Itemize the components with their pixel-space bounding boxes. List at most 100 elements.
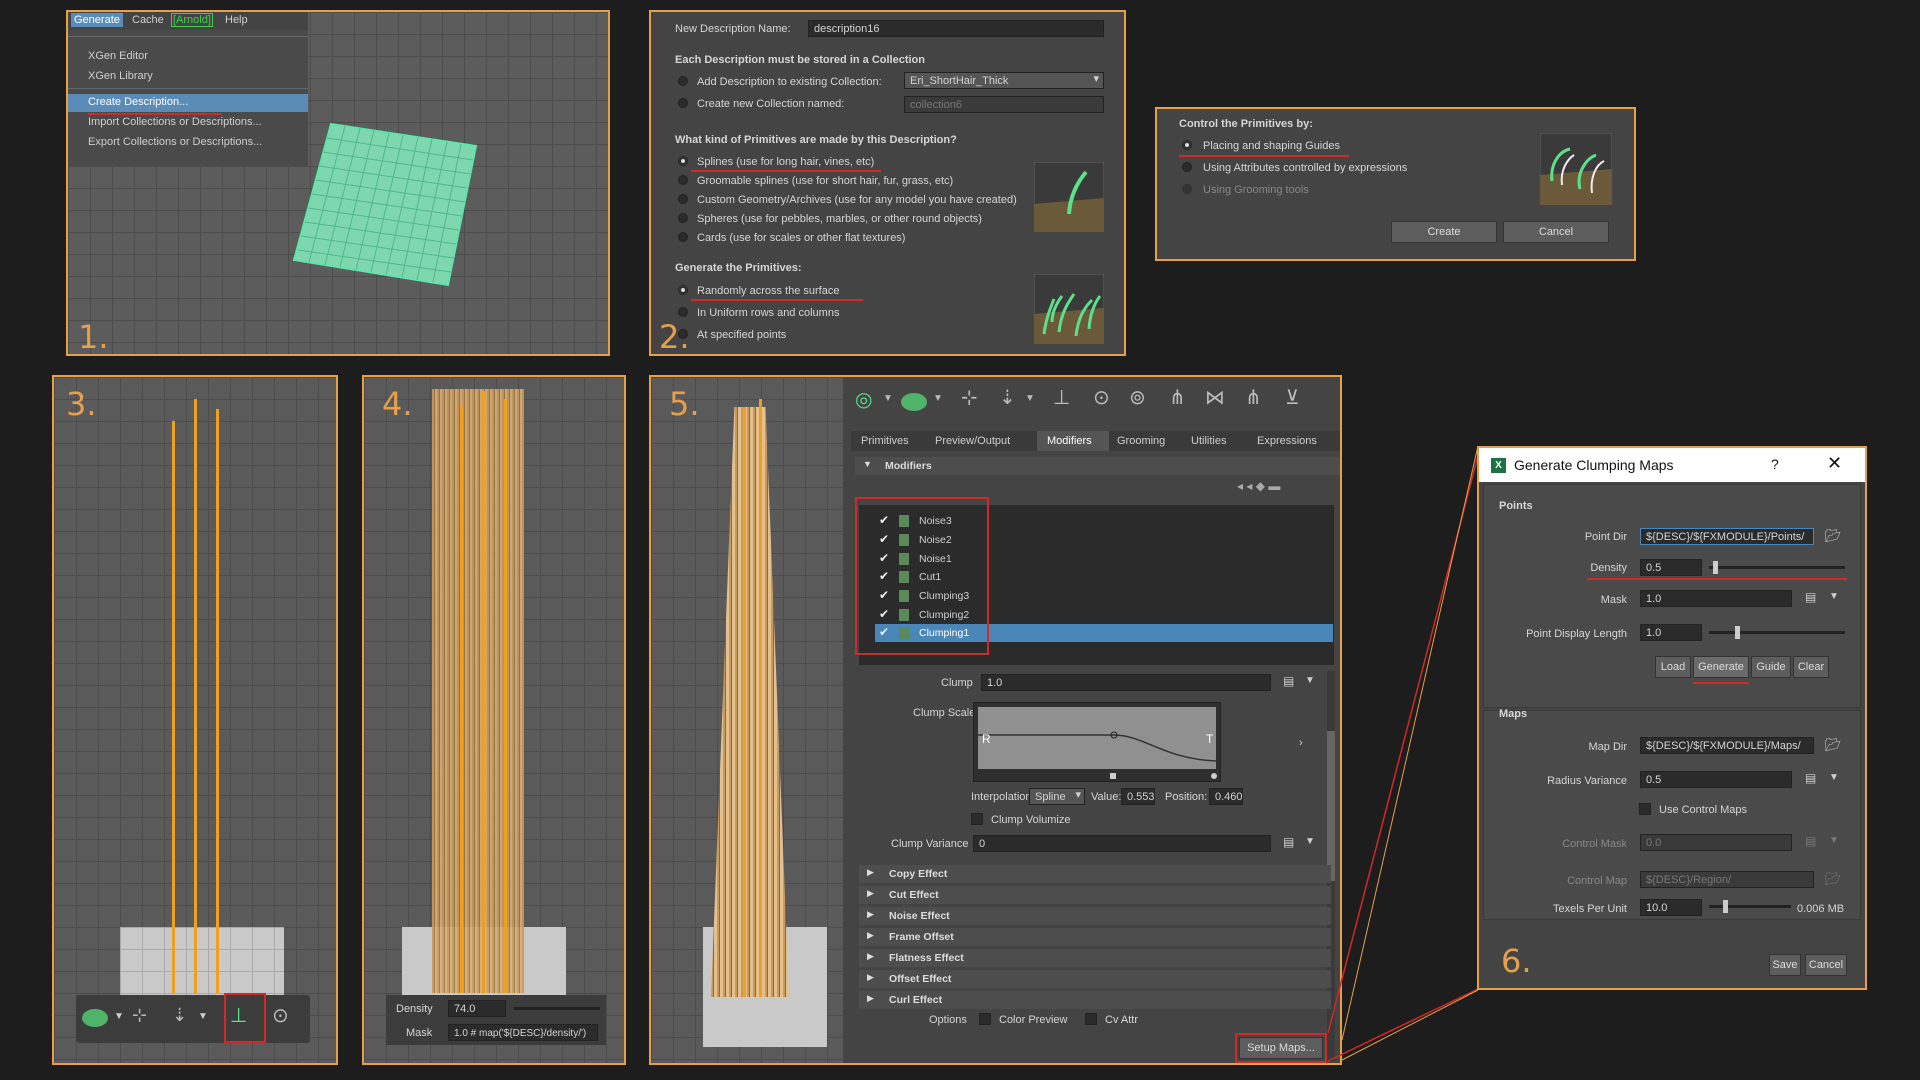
frame-offset-section[interactable]: ▶ Frame Offset <box>859 928 1331 946</box>
mask-input[interactable]: 1.0 <box>1640 590 1792 607</box>
sculpt-guides-icon[interactable]: ⊙ <box>1093 385 1110 410</box>
map-icon[interactable]: ▤ <box>1805 834 1816 848</box>
chevron-down-icon[interactable]: ▼ <box>114 1011 124 1022</box>
chevron-down-icon[interactable]: ▼ <box>1305 675 1315 686</box>
folder-icon[interactable]: ▬ <box>1268 479 1280 493</box>
cancel-button[interactable]: Cancel <box>1503 221 1609 243</box>
guide-length-icon[interactable]: ⋔ <box>1169 385 1186 410</box>
load-button[interactable]: Load <box>1655 656 1691 678</box>
close-icon[interactable]: ✕ <box>1827 453 1842 474</box>
position-input[interactable]: 0.460 <box>1209 788 1243 805</box>
radio-add-existing[interactable] <box>678 76 688 86</box>
radio-groomable[interactable] <box>678 175 688 185</box>
existing-collection-select[interactable]: Eri_ShortHair_Thick ▾ <box>904 72 1104 89</box>
menu-item-import[interactable]: Import Collections or Descriptions... <box>88 116 262 128</box>
move-guides-icon[interactable]: ⇣ <box>172 1005 187 1026</box>
value-input[interactable]: 0.553 <box>1121 788 1155 805</box>
density-input[interactable]: 74.0 <box>448 1000 506 1017</box>
move-guides-icon[interactable]: ⇣ <box>999 385 1016 410</box>
lock-guides-icon[interactable]: ⊚ <box>1129 385 1146 410</box>
tab-grooming[interactable]: Grooming <box>1117 435 1165 447</box>
create-button[interactable]: Create <box>1391 221 1497 243</box>
control-map-input[interactable]: ${DESC}/Region/ <box>1640 871 1814 888</box>
map-icon[interactable]: ▤ <box>1283 835 1294 849</box>
mask-input[interactable]: 1.0 # map('${DESC}/density/') <box>448 1024 598 1041</box>
radio-guides[interactable] <box>1182 140 1192 150</box>
radio-spheres[interactable] <box>678 213 688 223</box>
map-dir-input[interactable]: ${DESC}/${FXMODULE}/Maps/ <box>1640 737 1814 754</box>
menu-item-create-description[interactable]: Create Description... <box>88 96 188 108</box>
chevron-down-icon[interactable]: ▼ <box>1829 835 1839 846</box>
description-icon[interactable] <box>901 393 927 411</box>
chevron-down-icon[interactable]: ▼ <box>198 1011 208 1022</box>
clump-volumize-checkbox[interactable] <box>971 813 983 825</box>
clump-variance-input[interactable]: 0 <box>973 835 1271 852</box>
new-collection-input[interactable]: collection6 <box>904 96 1104 113</box>
chevron-down-icon[interactable]: ▼ <box>1829 772 1839 783</box>
menu-item-xgen-library[interactable]: XGen Library <box>88 70 153 82</box>
guide-button[interactable]: Guide <box>1751 656 1791 678</box>
clear-button[interactable]: Clear <box>1793 656 1829 678</box>
cancel-button[interactable]: Cancel <box>1805 954 1847 976</box>
clump-input[interactable]: 1.0 <box>981 674 1271 691</box>
preview-eye-icon[interactable]: ◎ <box>855 387 872 412</box>
noise-effect-section[interactable]: ▶ Noise Effect <box>859 907 1331 925</box>
add-modifier-icon[interactable]: ◆ <box>1256 479 1265 493</box>
description-icon[interactable] <box>82 1009 108 1027</box>
flip-guides-icon[interactable]: ⋈ <box>1205 385 1225 410</box>
tpu-slider[interactable] <box>1709 900 1791 913</box>
bend-icon[interactable]: ⊻ <box>1285 385 1300 410</box>
texels-per-unit-input[interactable]: 10.0 <box>1640 899 1702 916</box>
move-down-icon[interactable]: ◂ <box>1246 479 1252 493</box>
color-preview-checkbox[interactable] <box>979 1013 991 1025</box>
interpolation-select[interactable]: Spline ▾ <box>1029 788 1085 805</box>
tab-utilities[interactable]: Utilities <box>1191 435 1226 447</box>
menu-help[interactable]: Help <box>225 14 248 26</box>
map-icon[interactable]: ▤ <box>1805 771 1816 785</box>
generate-button[interactable]: Generate <box>1693 656 1749 678</box>
add-guides-icon[interactable]: ⊹ <box>961 385 978 410</box>
map-icon[interactable]: ▤ <box>1283 674 1294 688</box>
add-guide-icon[interactable]: ⊥ <box>1053 385 1070 410</box>
radio-randomly[interactable] <box>678 285 688 295</box>
pdl-slider[interactable] <box>1709 626 1845 639</box>
offset-effect-section[interactable]: ▶ Offset Effect <box>859 970 1331 988</box>
radio-cards[interactable] <box>678 232 688 242</box>
clump-scale-ramp[interactable]: R T <box>973 702 1221 782</box>
move-up-icon[interactable]: ◂ <box>1237 479 1243 493</box>
grass-icon[interactable]: ⋔ <box>1245 385 1262 410</box>
sculpt-guides-icon[interactable]: ⊙ <box>272 1003 289 1028</box>
density-slider-track[interactable] <box>514 1007 600 1010</box>
save-button[interactable]: Save <box>1769 954 1801 976</box>
chevron-down-icon[interactable]: ▼ <box>1305 836 1315 847</box>
chevron-down-icon[interactable]: ▼ <box>1829 591 1839 602</box>
use-control-maps-checkbox[interactable] <box>1639 803 1651 815</box>
chevron-down-icon[interactable]: ▼ <box>883 393 893 404</box>
density-slider[interactable] <box>1709 561 1845 574</box>
add-guides-icon[interactable]: ⊹ <box>132 1005 147 1026</box>
radio-splines[interactable] <box>678 156 688 166</box>
tab-modifiers[interactable]: Modifiers <box>1047 435 1092 447</box>
description-name-input[interactable]: description16 <box>808 20 1104 37</box>
curl-effect-section[interactable]: ▶ Curl Effect <box>859 991 1331 1009</box>
point-dir-input[interactable]: ${DESC}/${FXMODULE}/Points/ <box>1640 528 1814 545</box>
map-icon[interactable]: ▤ <box>1805 590 1816 604</box>
radio-uniform[interactable] <box>678 307 688 317</box>
tab-primitives[interactable]: Primitives <box>861 435 909 447</box>
radio-create-new[interactable] <box>678 98 688 108</box>
radio-expressions[interactable] <box>1182 162 1192 172</box>
radio-grooming[interactable] <box>1182 184 1192 194</box>
modifiers-section-header[interactable]: ▼ Modifiers <box>855 457 1340 475</box>
folder-icon[interactable]: 📂︎ <box>1825 871 1842 887</box>
folder-icon[interactable]: 📂︎ <box>1825 528 1842 544</box>
folder-icon[interactable]: 📂︎ <box>1825 737 1842 753</box>
menu-item-export[interactable]: Export Collections or Descriptions... <box>88 136 262 148</box>
chevron-down-icon[interactable]: ▼ <box>1025 393 1035 404</box>
density-input[interactable]: 0.5 <box>1640 559 1702 576</box>
tab-preview-output[interactable]: Preview/Output <box>935 435 1010 447</box>
expand-ramp-icon[interactable]: › <box>1299 737 1303 749</box>
tab-expressions[interactable]: Expressions <box>1257 435 1317 447</box>
flatness-effect-section[interactable]: ▶ Flatness Effect <box>859 949 1331 967</box>
menu-arnold[interactable]: [Arnold] <box>171 13 213 27</box>
menu-cache[interactable]: Cache <box>132 14 164 26</box>
